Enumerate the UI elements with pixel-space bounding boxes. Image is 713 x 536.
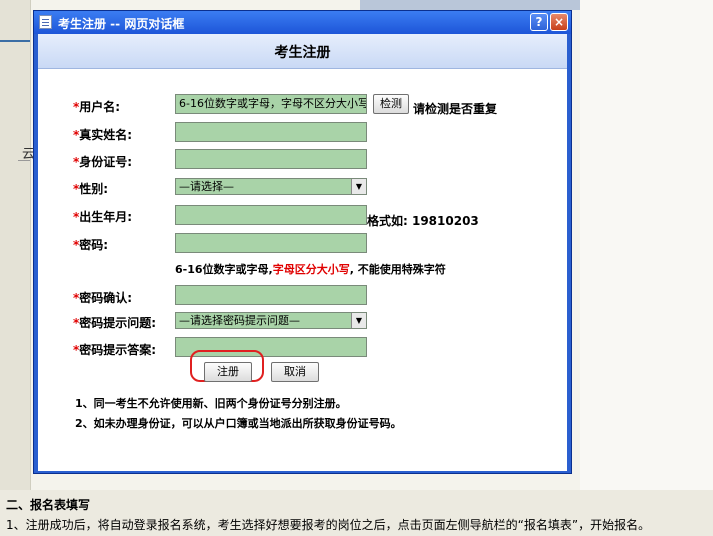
background-right-panel <box>580 0 713 490</box>
realname-input[interactable] <box>175 122 367 142</box>
background-accent-line <box>0 40 30 42</box>
page-icon <box>39 15 52 29</box>
background-photo <box>360 0 580 10</box>
birth-input[interactable] <box>175 205 367 225</box>
idcard-label: *身份证号: <box>73 155 133 169</box>
username-label: *用户名: <box>73 100 121 114</box>
gender-select[interactable]: —请选择— ▼ <box>175 178 367 195</box>
password-label: *密码: <box>73 238 109 252</box>
background-left-strip <box>0 0 31 490</box>
form-title: 考生注册 <box>274 45 331 61</box>
confirm-input[interactable] <box>175 285 367 305</box>
dialog-content: 考生注册 *用户名: 6-16位数字或字母，字母不区分大小写 检测 请检测是否重… <box>38 34 567 471</box>
realname-label: *真实姓名: <box>73 128 133 142</box>
section-heading: 二、报名表填写 <box>6 498 91 512</box>
birth-hint: 格式如: 19810203 <box>367 214 479 228</box>
answer-label: *密码提示答案: <box>73 343 157 357</box>
question-select[interactable]: —请选择密码提示问题— ▼ <box>175 312 367 329</box>
note-1: 1、同一考生不允许使用新、旧两个身份证号分别注册。 <box>75 397 347 410</box>
help-button[interactable]: ? <box>530 13 548 31</box>
chevron-down-icon[interactable]: ▼ <box>351 179 366 194</box>
dialog-titlebar[interactable]: 考生注册 -- 网页对话框 ? × <box>34 11 571 34</box>
dialog-title: 考生注册 -- 网页对话框 <box>58 17 185 31</box>
password-hint: 6-16位数字或字母,字母区分大小写, 不能使用特殊字符 <box>175 263 446 276</box>
check-hint: 请检测是否重复 <box>413 102 498 116</box>
username-input[interactable]: 6-16位数字或字母，字母不区分大小写 <box>175 94 367 114</box>
question-label: *密码提示问题: <box>73 316 157 330</box>
gender-selected: —请选择— <box>179 180 234 193</box>
check-button[interactable]: 检测 <box>373 94 409 114</box>
chevron-down-icon[interactable]: ▼ <box>351 313 366 328</box>
birth-label: *出生年月: <box>73 210 133 224</box>
note-2: 2、如未办理身份证，可以从户口簿或当地派出所获取身份证号码。 <box>75 417 402 430</box>
section-text: 1、注册成功后，将自动登录报名系统，考生选择好想要报考的岗位之后，点击页面左侧导… <box>6 518 651 532</box>
background-divider <box>18 160 30 161</box>
gender-label: *性别: <box>73 182 109 196</box>
confirm-label: *密码确认: <box>73 291 133 305</box>
question-selected: —请选择密码提示问题— <box>179 314 300 327</box>
register-button[interactable]: 注册 <box>204 362 252 382</box>
close-button[interactable]: × <box>550 13 568 31</box>
cancel-button[interactable]: 取消 <box>271 362 319 382</box>
form-header: 考生注册 <box>38 34 567 69</box>
password-input[interactable] <box>175 233 367 253</box>
register-dialog: 考生注册 -- 网页对话框 ? × 考生注册 *用户名: 6-16位数字或字母，… <box>33 10 572 474</box>
idcard-input[interactable] <box>175 149 367 169</box>
